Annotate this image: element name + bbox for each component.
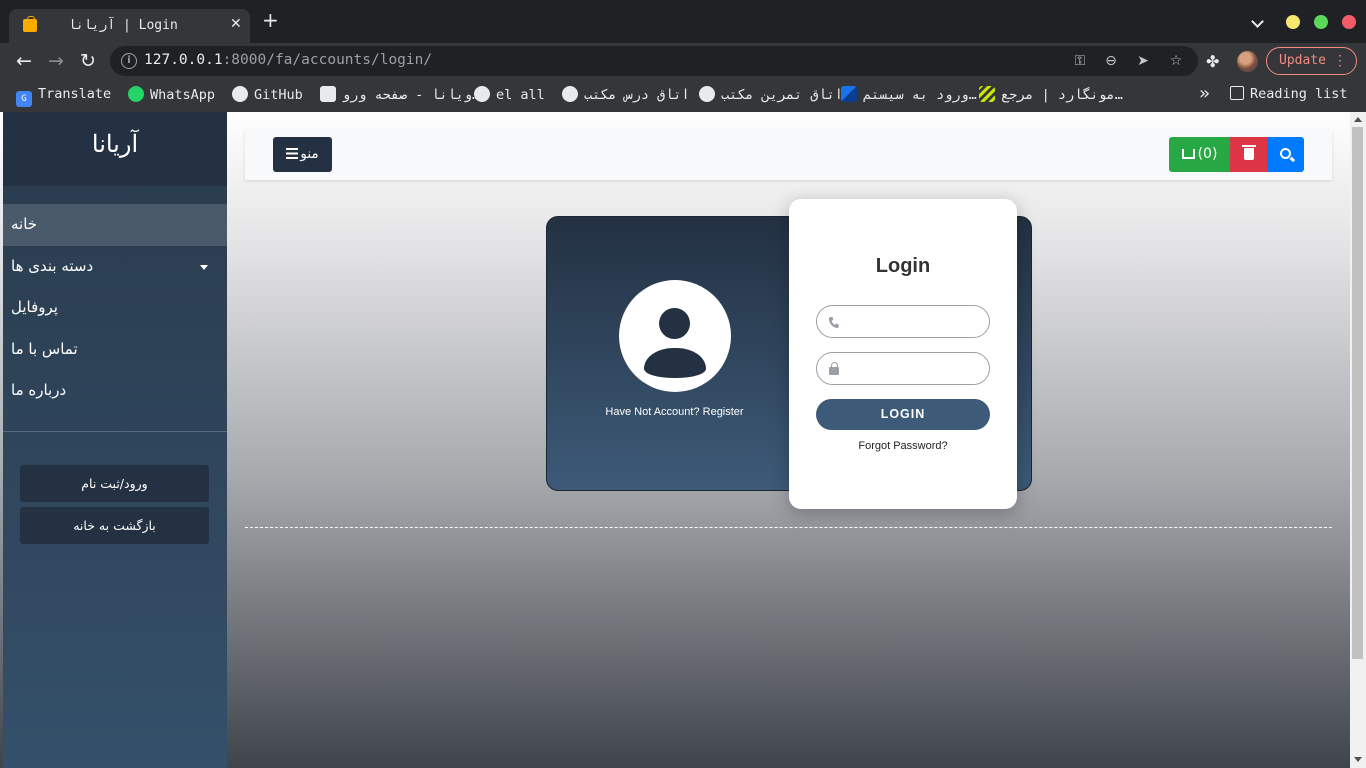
extensions-puzzle-icon[interactable]: ✤ (1206, 52, 1219, 71)
send-icon[interactable]: ➤ (1134, 52, 1152, 70)
password-field[interactable] (816, 352, 990, 385)
lock-icon (829, 362, 839, 375)
bookmark-el-all[interactable]: el all (474, 86, 545, 103)
back-arrow-icon[interactable]: ← (13, 50, 35, 72)
window-minimize-button[interactable] (1286, 15, 1300, 29)
user-avatar-icon (619, 280, 731, 392)
document-icon (320, 86, 336, 102)
browser-toolbar: ← → ↻ i 127.0.0.1:8000/fa/accounts/login… (0, 43, 1366, 79)
bookmark-practice-room[interactable]: اتاق تمرین مکتب (699, 86, 843, 103)
login-title: Login (875, 255, 931, 277)
phone-input[interactable] (847, 312, 977, 332)
scroll-down-arrow-icon[interactable] (1354, 757, 1362, 762)
cart-count: (0) (1197, 146, 1218, 162)
cart-icon (1181, 149, 1195, 159)
reading-list-button[interactable]: Reading list (1230, 86, 1348, 102)
bookmark-viana[interactable]: ویانا - صفحه ورو… (320, 86, 480, 103)
back-home-button[interactable]: بازگشت به خانه (20, 507, 209, 544)
browser-tabbar: آریانا | Login ✕ + (0, 0, 1366, 43)
window-close-button[interactable] (1342, 15, 1356, 29)
caret-down-icon (200, 264, 208, 270)
scroll-up-arrow-icon[interactable] (1354, 117, 1362, 122)
person-icon (699, 86, 715, 102)
sidebar-item-contact[interactable]: تماس با ما (3, 329, 227, 371)
close-tab-icon[interactable]: ✕ (230, 16, 242, 32)
reading-list-icon (1230, 86, 1244, 100)
mongard-icon (979, 86, 995, 102)
more-bookmarks-chevron-icon[interactable]: » (1199, 83, 1210, 104)
whatsapp-icon (128, 86, 144, 102)
url-text[interactable]: 127.0.0.1:8000/fa/accounts/login/ (144, 52, 432, 68)
key-icon[interactable]: ⚿ (1071, 52, 1089, 70)
address-bar[interactable]: i 127.0.0.1:8000/fa/accounts/login/ ⚿ ⊖ … (110, 46, 1198, 76)
sidebar-item-home[interactable]: خانه (3, 204, 227, 246)
bookmark-whatsapp[interactable]: WhatsApp (128, 86, 215, 103)
window-maximize-button[interactable] (1314, 15, 1328, 29)
phone-icon (828, 317, 839, 328)
page-viewport: آریانا خانه دسته بندی ها پروفایل تماس با… (0, 112, 1366, 768)
search-button[interactable] (1267, 137, 1304, 172)
cart-button[interactable]: (0) (1169, 137, 1230, 172)
reload-icon[interactable]: ↻ (77, 50, 99, 72)
more-vertical-icon[interactable]: ⋮ (1333, 48, 1347, 74)
menu-toggle-button[interactable]: منو (273, 137, 332, 172)
person-icon (474, 86, 490, 102)
login-register-button[interactable]: ورود/ثبت نام (20, 465, 209, 502)
bookmark-translate[interactable]: G Translate (16, 86, 111, 107)
brand-title: آریانا (3, 112, 227, 186)
bookmarks-bar: G Translate WhatsApp GitHub ویانا - صفحه … (0, 79, 1366, 112)
trash-icon (1241, 145, 1256, 160)
menu-label: منو (300, 146, 319, 162)
forward-arrow-icon[interactable]: → (45, 50, 67, 72)
sidebar-item-categories[interactable]: دسته بندی ها (3, 246, 227, 288)
person-icon (562, 86, 578, 102)
register-link[interactable]: Have Not Account? Register (547, 406, 802, 418)
login-form-card: Login LOGIN Forgot Password? (789, 199, 1017, 509)
bookmark-class-room[interactable]: اتاق درس مکتب (562, 86, 690, 103)
phone-field[interactable] (816, 305, 990, 338)
search-icon (1280, 148, 1291, 159)
password-input[interactable] (847, 359, 977, 379)
browser-tab[interactable]: آریانا | Login ✕ (9, 9, 250, 43)
update-button[interactable]: Update ⋮ (1266, 47, 1357, 75)
page-scrollbar[interactable] (1350, 112, 1366, 768)
sidebar-item-label: درباره ما (11, 381, 67, 399)
forgot-password-link[interactable]: Forgot Password? (789, 440, 1017, 452)
bookmark-system-login[interactable]: ورود به سیستم… (841, 86, 977, 103)
sidebar-item-label: خانه (11, 215, 38, 233)
menu-lines-icon (286, 148, 299, 159)
profile-avatar[interactable] (1237, 51, 1258, 72)
sidebar-menu: خانه دسته بندی ها پروفایل تماس با ما درب… (3, 204, 227, 412)
sidebar-divider (3, 431, 227, 432)
site-info-icon[interactable]: i (121, 53, 137, 69)
dashed-divider (245, 527, 1332, 528)
sidebar-item-label: پروفایل (11, 298, 58, 316)
sidebar: آریانا خانه دسته بندی ها پروفایل تماس با… (3, 112, 227, 768)
tab-title: آریانا | Login (68, 18, 178, 33)
sidebar-item-profile[interactable]: پروفایل (3, 287, 227, 329)
moodle-icon (841, 86, 857, 102)
scrollbar-thumb[interactable] (1352, 127, 1363, 659)
login-button[interactable]: LOGIN (816, 399, 990, 430)
zoom-out-icon[interactable]: ⊖ (1102, 52, 1120, 70)
google-translate-icon: G (16, 91, 32, 107)
github-icon (232, 86, 248, 102)
sidebar-item-about[interactable]: درباره ما (3, 370, 227, 412)
new-tab-button[interactable]: + (262, 10, 279, 30)
clear-cart-button[interactable] (1230, 137, 1267, 172)
sidebar-item-label: دسته بندی ها (11, 256, 94, 275)
bookmark-mongard[interactable]: مونگارد | مرجع… (979, 86, 1123, 103)
star-bookmark-icon[interactable]: ☆ (1167, 52, 1185, 70)
bookmark-github[interactable]: GitHub (232, 86, 303, 103)
top-navbar: منو (0) (245, 130, 1332, 180)
sidebar-item-label: تماس با ما (11, 339, 78, 358)
tab-search-chevron-icon[interactable] (1251, 15, 1264, 28)
